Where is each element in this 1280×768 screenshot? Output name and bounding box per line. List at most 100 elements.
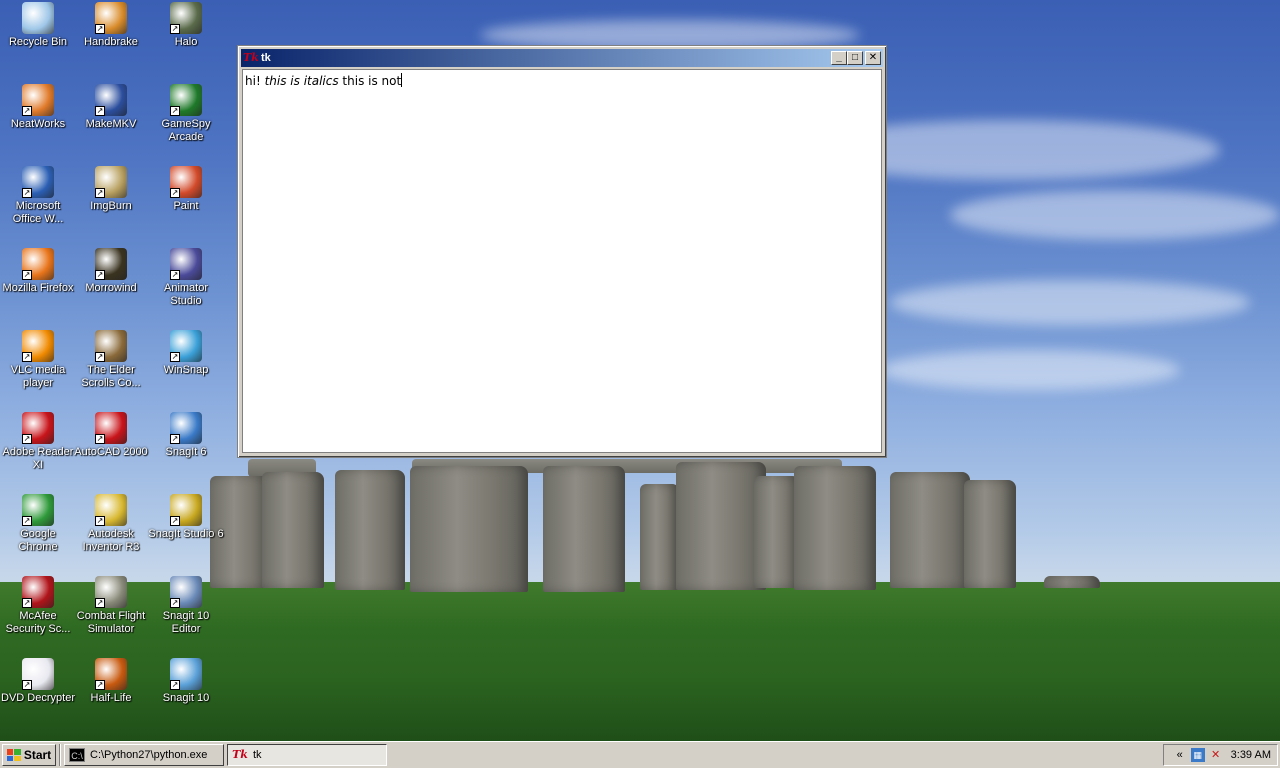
desktop-icon-label: Half-Life: [90, 692, 132, 704]
shortcut-arrow-icon: ↗: [95, 106, 105, 116]
desktop-icon[interactable]: ↗ Combat Flight Simulator: [73, 576, 149, 636]
elder-scrolls-icon: ↗: [95, 330, 127, 362]
desktop-icon[interactable]: ↗ SnagIt 6: [148, 412, 224, 459]
desktop-icon-label: Combat Flight Simulator: [76, 610, 146, 635]
desktop-icon[interactable]: ↗ NeatWorks: [0, 84, 76, 131]
shortcut-arrow-icon: ↗: [22, 598, 32, 608]
desktop-icon-label: Snagit 10 Editor: [162, 610, 210, 635]
start-button[interactable]: Start: [2, 744, 56, 766]
shortcut-arrow-icon: ↗: [22, 434, 32, 444]
desktop-icon[interactable]: ↗ The Elder Scrolls Co...: [73, 330, 149, 390]
cloud: [880, 350, 1180, 390]
desktop-icon[interactable]: ↗ Adobe Reader XI: [0, 412, 76, 472]
tk-window: Tk tk _ □ ✕ hi! this is italics this is …: [237, 45, 887, 458]
desktop-icon[interactable]: ↗ Google Chrome: [0, 494, 76, 554]
desktop-icon[interactable]: ↗ WinSnap: [148, 330, 224, 377]
desktop-icon-label: DVD Decrypter: [1, 692, 75, 704]
shortcut-arrow-icon: ↗: [170, 598, 180, 608]
shortcut-arrow-icon: ↗: [170, 516, 180, 526]
inventor-icon: ↗: [95, 494, 127, 526]
window-title: tk: [261, 52, 271, 64]
tray-expand-button[interactable]: «: [1173, 748, 1187, 762]
clock[interactable]: 3:39 AM: [1231, 749, 1271, 761]
shortcut-arrow-icon: ↗: [95, 188, 105, 198]
desktop-icon[interactable]: ↗ Half-Life: [73, 658, 149, 705]
shortcut-arrow-icon: ↗: [95, 434, 105, 444]
snagit-editor-icon: ↗: [170, 576, 202, 608]
keyboard-icon[interactable]: ▦: [1190, 748, 1205, 762]
desktop-icon-label: NeatWorks: [10, 118, 66, 130]
taskbar: Start C:\ C:\Python27\python.exe Tk tk «…: [0, 741, 1280, 768]
desktop-icon[interactable]: ↗ SnagIt Studio 6: [148, 494, 224, 541]
close-button[interactable]: ✕: [865, 51, 881, 65]
shortcut-arrow-icon: ↗: [170, 352, 180, 362]
desktop-icon[interactable]: ↗ GameSpy Arcade: [148, 84, 224, 144]
morrowind-icon: ↗: [95, 248, 127, 280]
word-icon: ↗: [22, 166, 54, 198]
desktop-icon-label: Mozilla Firefox: [2, 282, 74, 294]
task-label: tk: [253, 749, 262, 761]
mcafee-icon: ↗: [22, 576, 54, 608]
taskbar-separator: [59, 744, 61, 766]
desktop-icon-label: GameSpy Arcade: [161, 118, 211, 143]
desktop: Recycle Bin ↗ Handbrake ↗ Halo ↗ NeatWorks ↗ Mak…: [0, 0, 1280, 741]
desktop-icon[interactable]: ↗ MakeMKV: [73, 84, 149, 131]
desktop-icon[interactable]: ↗ AutoCAD 2000: [73, 412, 149, 459]
shortcut-arrow-icon: ↗: [22, 188, 32, 198]
desktop-icon[interactable]: ↗ Morrowind: [73, 248, 149, 295]
firefox-icon: ↗: [22, 248, 54, 280]
console-icon: C:\: [69, 748, 85, 762]
shortcut-arrow-icon: ↗: [22, 106, 32, 116]
neatworks-icon: ↗: [22, 84, 54, 116]
desktop-icon-label: SnagIt Studio 6: [148, 528, 224, 540]
minimize-button[interactable]: _: [831, 51, 847, 65]
shortcut-arrow-icon: ↗: [95, 598, 105, 608]
desktop-icon[interactable]: ↗ Handbrake: [73, 2, 149, 49]
half-life-icon: ↗: [95, 658, 127, 690]
text-editor[interactable]: hi! this is italics this is not: [242, 69, 882, 453]
shortcut-arrow-icon: ↗: [170, 106, 180, 116]
desktop-icon[interactable]: ↗ Snagit 10 Editor: [148, 576, 224, 636]
desktop-icon[interactable]: ↗ Snagit 10: [148, 658, 224, 705]
desktop-icon[interactable]: ↗ Paint: [148, 166, 224, 213]
shortcut-arrow-icon: ↗: [22, 680, 32, 690]
maximize-button[interactable]: □: [847, 51, 863, 65]
animator-studio-icon: ↗: [170, 248, 202, 280]
desktop-icon-label: The Elder Scrolls Co...: [81, 364, 141, 389]
shortcut-arrow-icon: ↗: [95, 270, 105, 280]
paint-icon: ↗: [170, 166, 202, 198]
system-tray: « ▦ ✕ 3:39 AM: [1163, 744, 1278, 766]
desktop-icon[interactable]: ↗ ImgBurn: [73, 166, 149, 213]
shortcut-arrow-icon: ↗: [95, 680, 105, 690]
desktop-icon-label: MakeMKV: [85, 118, 137, 130]
desktop-icon[interactable]: ↗ Animator Studio: [148, 248, 224, 308]
desktop-icon[interactable]: ↗ Autodesk Inventor R3: [73, 494, 149, 554]
desktop-icon[interactable]: ↗ Halo: [148, 2, 224, 49]
desktop-icon[interactable]: ↗ DVD Decrypter: [0, 658, 76, 705]
task-python-console[interactable]: C:\ C:\Python27\python.exe: [64, 744, 224, 766]
desktop-icon-label: Morrowind: [85, 282, 137, 294]
makemkv-icon: ↗: [95, 84, 127, 116]
desktop-icon-label: AutoCAD 2000: [74, 446, 148, 458]
snagit10-icon: ↗: [170, 658, 202, 690]
desktop-icon[interactable]: ↗ VLC media player: [0, 330, 76, 390]
desktop-icon-label: Adobe Reader XI: [2, 446, 74, 471]
shortcut-arrow-icon: ↗: [95, 24, 105, 34]
plain-text: this is not: [338, 74, 402, 88]
shortcut-arrow-icon: ↗: [22, 352, 32, 362]
desktop-icon[interactable]: ↗ Mozilla Firefox: [0, 248, 76, 295]
halo-icon: ↗: [170, 2, 202, 34]
tk-icon: Tk: [232, 748, 248, 761]
task-tk[interactable]: Tk tk: [227, 744, 387, 766]
desktop-icon-label: McAfee Security Sc...: [5, 610, 71, 635]
italic-text: this is italics: [264, 74, 339, 88]
desktop-icon-label: Microsoft Office W...: [12, 200, 64, 225]
desktop-icon[interactable]: ↗ Microsoft Office W...: [0, 166, 76, 226]
recycle-bin-icon: [22, 2, 54, 34]
tk-titlebar[interactable]: Tk tk _ □ ✕: [241, 49, 883, 67]
desktop-icon-label: Google Chrome: [18, 528, 58, 553]
desktop-icon[interactable]: Recycle Bin: [0, 2, 76, 49]
snagit-studio-icon: ↗: [170, 494, 202, 526]
network-disconnected-icon[interactable]: ✕: [1209, 748, 1223, 762]
desktop-icon[interactable]: ↗ McAfee Security Sc...: [0, 576, 76, 636]
